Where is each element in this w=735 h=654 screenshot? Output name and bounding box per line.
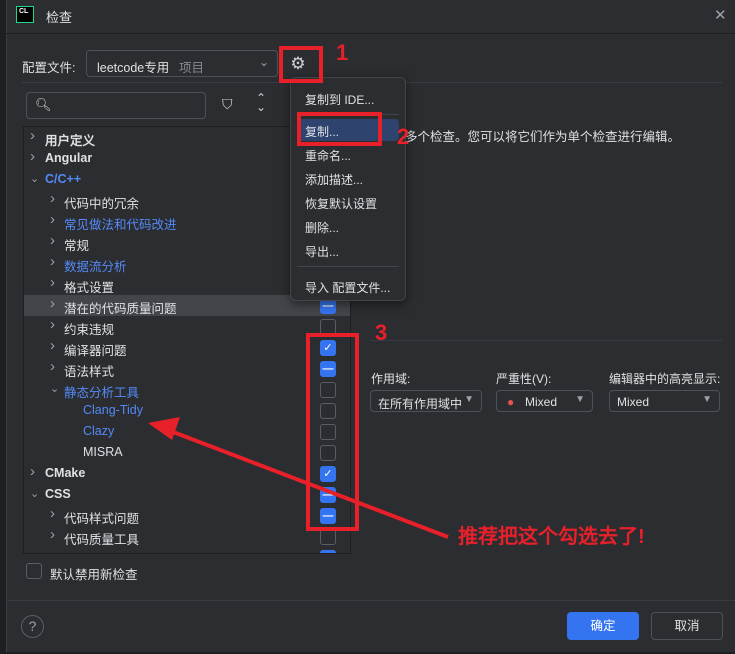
annotation-arrow [148, 417, 449, 539]
annotation-note: 推荐把这个勾选去了! [458, 526, 645, 548]
